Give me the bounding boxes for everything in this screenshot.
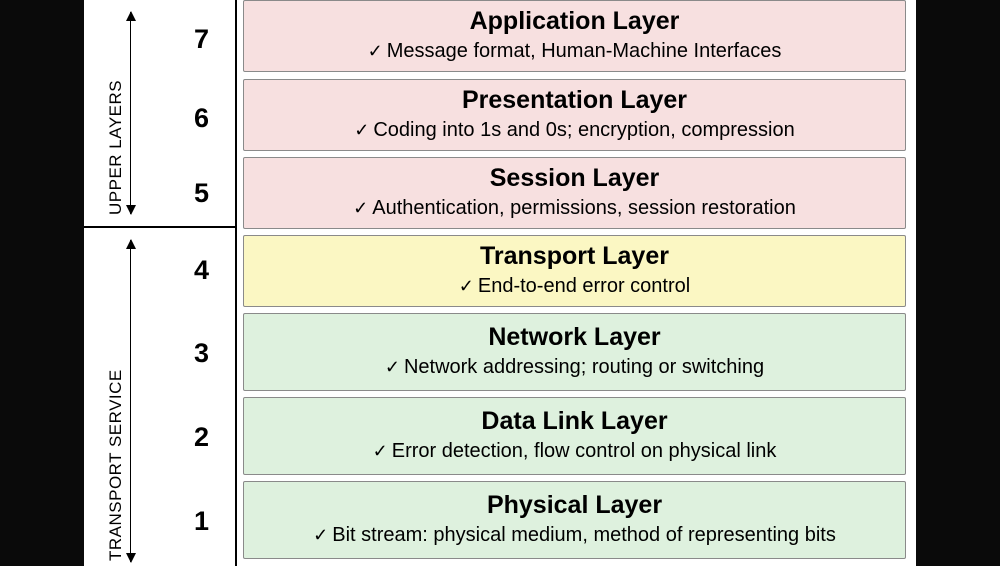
layer-title: Data Link Layer [481, 406, 667, 437]
layers-column: Application Layer ✓Message format, Human… [237, 0, 916, 566]
layer-row-datalink: Data Link Layer ✓Error detection, flow c… [243, 397, 906, 475]
layer-desc: ✓Network addressing; routing or switchin… [385, 355, 764, 380]
layer-number: 7 [166, 24, 237, 55]
layer-row-session: Session Layer ✓Authentication, permissio… [243, 157, 906, 229]
layer-desc: ✓Coding into 1s and 0s; encryption, comp… [354, 118, 794, 143]
osi-diagram: UPPER LAYERS TRANSPORT SERVICE 7 6 5 4 3… [84, 0, 916, 566]
layer-desc: ✓Authentication, permissions, session re… [353, 196, 796, 221]
layer-number: 2 [166, 422, 237, 453]
layer-row-network: Network Layer ✓Network addressing; routi… [243, 313, 906, 391]
number-column: 7 6 5 4 3 2 1 [166, 0, 237, 566]
layer-row-physical: Physical Layer ✓Bit stream: physical med… [243, 481, 906, 559]
group-label-upper: UPPER LAYERS [106, 15, 126, 215]
layer-number: 1 [166, 506, 237, 537]
check-icon: ✓ [459, 276, 474, 296]
arrow-upper-icon [130, 12, 131, 214]
layer-row-transport: Transport Layer ✓End-to-end error contro… [243, 235, 906, 307]
layer-title: Transport Layer [480, 241, 669, 272]
layer-title: Presentation Layer [462, 85, 687, 116]
layer-number: 5 [166, 178, 237, 209]
layer-row-presentation: Presentation Layer ✓Coding into 1s and 0… [243, 79, 906, 151]
check-icon: ✓ [353, 198, 368, 218]
layer-number: 6 [166, 103, 237, 134]
layer-desc: ✓Message format, Human-Machine Interface… [368, 39, 782, 64]
layer-desc: ✓Bit stream: physical medium, method of … [313, 523, 836, 548]
layer-title: Application Layer [470, 6, 680, 37]
arrow-lower-icon [130, 240, 131, 562]
layer-title: Network Layer [488, 322, 660, 353]
check-icon: ✓ [354, 120, 369, 140]
check-icon: ✓ [385, 357, 400, 377]
group-label-lower: TRANSPORT SERVICE [106, 245, 126, 561]
layer-title: Physical Layer [487, 490, 662, 521]
layer-number: 4 [166, 255, 237, 286]
layer-number: 3 [166, 338, 237, 369]
side-column: UPPER LAYERS TRANSPORT SERVICE 7 6 5 4 3… [84, 0, 237, 566]
check-icon: ✓ [368, 41, 383, 61]
check-icon: ✓ [373, 441, 388, 461]
layer-desc: ✓End-to-end error control [459, 274, 690, 299]
check-icon: ✓ [313, 525, 328, 545]
layer-desc: ✓Error detection, flow control on physic… [373, 439, 777, 464]
layer-title: Session Layer [490, 163, 660, 194]
layer-row-application: Application Layer ✓Message format, Human… [243, 0, 906, 72]
